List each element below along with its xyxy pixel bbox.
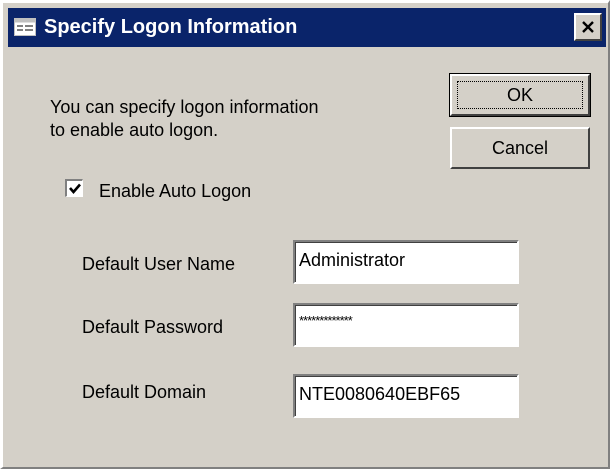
close-button[interactable] [574,13,602,41]
ok-button[interactable]: OK [449,73,591,117]
enable-auto-logon-label[interactable]: Enable Auto Logon [99,180,251,202]
cancel-button[interactable]: Cancel [450,127,590,169]
user-name-field[interactable]: Administrator [293,240,519,284]
ok-button-label: OK [457,81,583,109]
info-text-line-2: to enable auto logon. [50,120,219,140]
domain-label: Default Domain [82,382,207,402]
password-field[interactable]: ************* [293,303,519,347]
user-name-label: Default User Name [82,254,236,274]
info-text-line-1: You can specify logon information [50,97,319,117]
close-icon [582,21,594,33]
domain-field[interactable]: NTE0080640EBF65 [293,374,519,418]
logon-dialog: Specify Logon Information You can specif… [0,0,610,469]
dialog-title: Specify Logon Information [44,16,298,38]
password-label: Default Password [82,317,224,337]
dialog-icon [14,18,36,36]
enable-auto-logon-checkbox[interactable] [65,179,83,197]
title-bar[interactable]: Specify Logon Information [8,8,606,47]
check-icon [69,183,81,194]
